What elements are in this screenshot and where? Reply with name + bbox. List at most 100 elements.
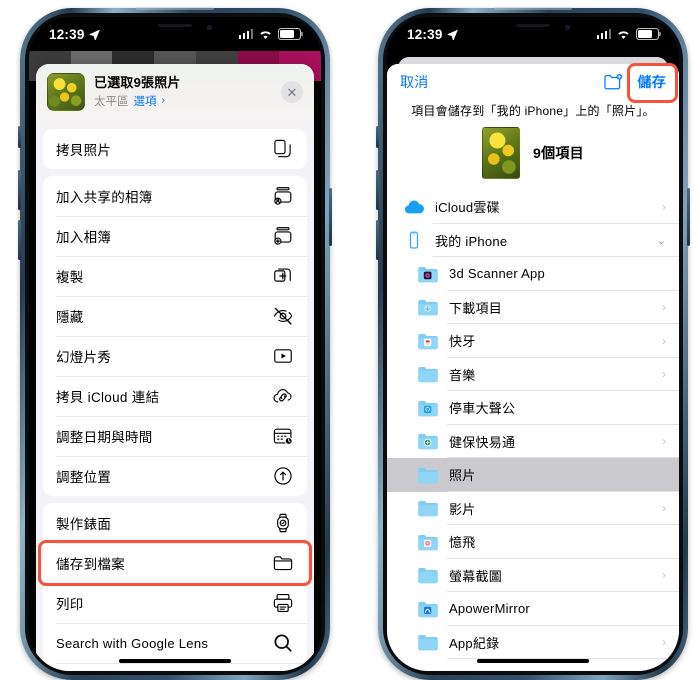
screenshot-stage: 12:39 已選取9張照片 太平區 選項 › ✕ 拷貝照片 加入共享的相簿 加入… [0,0,700,680]
share-action-row[interactable]: Search with Google Lens [43,623,307,663]
selected-photo-thumbnail [482,127,520,179]
volume-up-button[interactable] [376,170,379,210]
volume-down-button[interactable] [376,220,379,260]
files-location-row[interactable]: 螢幕截圖 › [387,559,679,593]
antenna-line [136,7,214,10]
chevron-right-icon: › [662,568,666,583]
files-location-label: 健保快易通 [449,434,516,450]
folder-badge-downloads-icon [417,296,439,318]
files-location-row[interactable]: ApowerMirror [387,592,679,626]
folder-shape [418,266,438,282]
share-sheet-options-link[interactable]: 選項 [134,93,157,109]
save-button[interactable]: 儲存 [637,72,666,92]
power-button[interactable] [687,188,690,246]
folder-shape [418,333,438,349]
home-indicator[interactable] [477,658,589,663]
folder-badge-3dscanner-icon [417,263,439,285]
share-action-row[interactable]: 儲存至 Keep [43,663,307,671]
share-sheet-location: 太平區 [94,95,129,108]
chevron-right-icon: › [662,635,666,650]
chevron-right-icon: › [662,333,666,348]
share-action-row[interactable]: 拷貝照片 [43,129,307,169]
files-location-label: 3d Scanner App [449,266,546,282]
status-time: 12:39 [49,26,85,42]
close-icon[interactable]: ✕ [281,81,303,103]
silence-switch[interactable] [18,126,21,148]
notch [120,17,230,39]
share-action-label: 製作錶面 [56,517,112,532]
new-folder-icon[interactable] [603,73,623,91]
status-bar-right [238,28,303,40]
files-picker-selection: 9個項目 [387,127,679,190]
home-indicator[interactable] [119,658,231,663]
folder-shape [418,367,438,383]
folder-shape [418,400,438,416]
wifi-icon [260,30,271,39]
files-location-row[interactable]: 下載項目 › [387,291,679,325]
volume-up-button[interactable] [18,170,21,210]
share-action-row[interactable]: 隱藏 [43,296,307,336]
power-button[interactable] [329,188,332,246]
files-location-label: ApowerMirror [449,601,531,617]
cancel-button[interactable]: 取消 [400,72,429,92]
folder-badge-parking-icon [417,397,439,419]
files-location-row[interactable]: iCloud雲碟 › [387,190,679,224]
folder-shape [418,635,438,651]
share-action-label: 複製 [56,270,84,285]
right-screen: 12:39 取消 儲存 項目會儲存到「我的 iPhone」上的「照片」。 9個項… [387,17,679,671]
files-location-row[interactable]: 健保快易通 › [387,425,679,459]
battery-icon [278,28,303,40]
folder-shape [418,568,438,584]
share-action-row[interactable]: 儲存到檔案 [43,543,307,583]
share-action-row[interactable]: 拷貝 iCloud 連結 [43,376,307,416]
volume-down-button[interactable] [18,220,21,260]
share-action-row[interactable]: 複製 [43,256,307,296]
share-sheet-group: 加入共享的相簿 加入相簿複製隱藏 幻燈片秀 拷貝 iCloud 連結調整日期與時間調整… [43,176,307,496]
files-location-row[interactable]: 憶飛 [387,525,679,559]
selected-photo-thumbnail [47,73,85,111]
files-location-row[interactable]: App紀錄 › [387,626,679,660]
share-action-row[interactable]: 加入相簿 [43,216,307,256]
folder-shape [418,501,438,517]
files-location-list: iCloud雲碟 › 我的 iPhone ⌄ 3d Scanner App 下載項目 ›… [387,190,679,659]
folder-shape [418,300,438,316]
selection-count-label: 9個項目 [533,145,584,161]
battery-icon [636,28,661,40]
folder-shape [418,434,438,450]
earpiece-speaker [516,24,550,27]
share-action-row[interactable]: 列印 [43,583,307,623]
folder-badge-zapya-icon [417,330,439,352]
share-sheet-group: 製作錶面儲存到檔案列印 Search with Google Lens 儲存至 Ke… [43,503,307,671]
files-location-label: 下載項目 [449,300,503,316]
earpiece-speaker [158,24,192,27]
share-action-row[interactable]: 調整日期與時間 [43,416,307,456]
status-bar-right [596,28,661,40]
chevron-right-icon: › [662,300,666,315]
share-action-row[interactable]: 製作錶面 [43,503,307,543]
files-location-row[interactable]: 我的 iPhone ⌄ [387,224,679,258]
iphone-shape [409,231,419,249]
copy-photos-icon [272,138,294,160]
share-action-row[interactable]: 幻燈片秀 [43,336,307,376]
files-location-label: 停車大聲公 [449,401,516,417]
files-location-row[interactable]: 音樂 › [387,358,679,392]
share-action-label: 調整日期與時間 [56,430,153,445]
icloud-link-icon [272,385,294,407]
share-action-row[interactable]: 調整位置 [43,456,307,496]
files-location-label: 快牙 [449,334,476,350]
print-icon [272,592,294,614]
files-location-row[interactable]: 影片 › [387,492,679,526]
right-phone: 12:39 取消 儲存 項目會儲存到「我的 iPhone」上的「照片」。 9個項… [376,7,690,680]
share-sheet-header-text: 已選取9張照片 太平區 選項 › [94,75,281,108]
files-location-row[interactable]: 3d Scanner App [387,257,679,291]
share-action-label: 拷貝照片 [56,143,112,158]
files-location-row[interactable]: 停車大聲公 [387,391,679,425]
files-location-row-selected[interactable]: 照片 [387,458,679,492]
navbar-right-actions: 儲存 [603,72,666,92]
adjust-date-time-icon [272,425,294,447]
share-action-label: 儲存到檔案 [56,557,125,572]
share-action-row[interactable]: 加入共享的相簿 [43,176,307,216]
files-location-row[interactable]: 快牙 › [387,324,679,358]
silence-switch[interactable] [376,126,379,148]
chevron-right-icon: › [662,434,666,449]
